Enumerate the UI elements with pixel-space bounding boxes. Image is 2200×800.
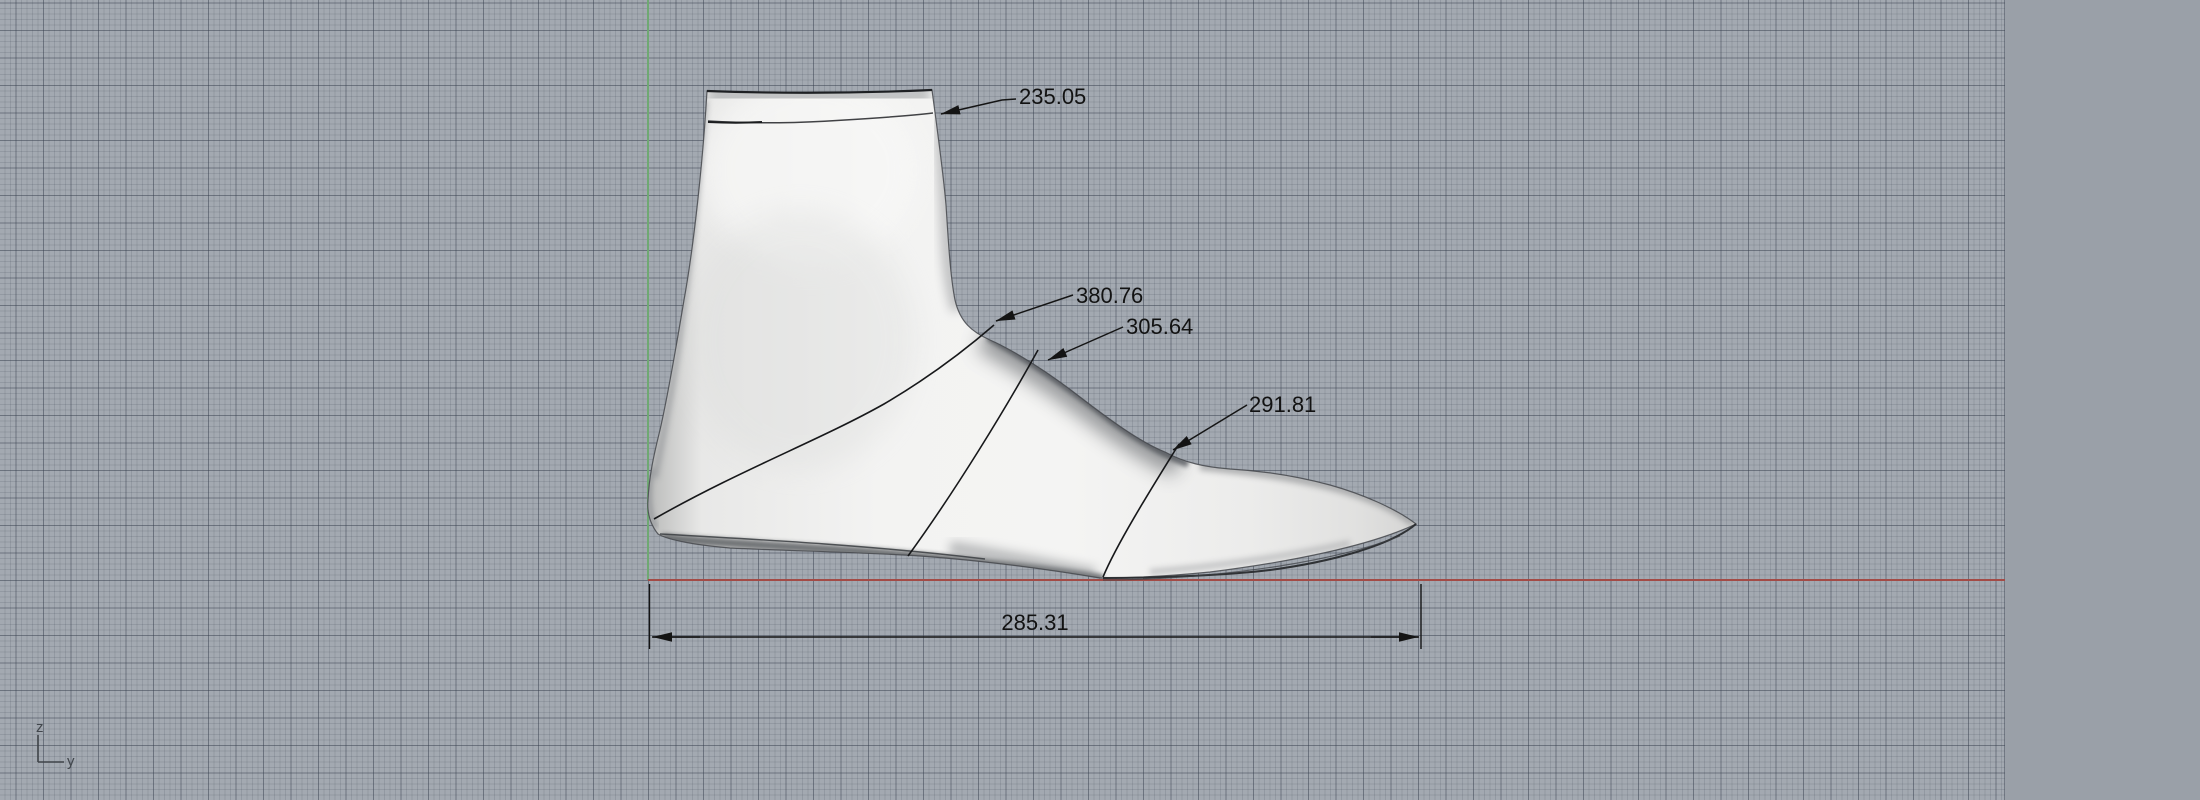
dimension-value: 285.31 bbox=[1001, 610, 1068, 635]
shoe-last-model[interactable] bbox=[647, 75, 1418, 581]
scene-overlay: 235.05 380.76 305.64 291.81 285.31 z y bbox=[36, 75, 1422, 770]
linear-dimension-sole-length[interactable]: 285.31 bbox=[648, 584, 1422, 649]
gnomon-y-label: y bbox=[67, 753, 75, 770]
leader-value: 305.64 bbox=[1126, 314, 1193, 339]
leader-value: 380.76 bbox=[1076, 283, 1143, 308]
cad-viewport[interactable]: 235.05 380.76 305.64 291.81 285.31 z y bbox=[0, 0, 2200, 800]
leader-line bbox=[995, 294, 1074, 322]
gnomon-lines bbox=[37, 735, 64, 763]
leader-value: 235.05 bbox=[1019, 84, 1086, 109]
top-rim-edge bbox=[706, 88, 933, 94]
leader-line bbox=[1047, 326, 1124, 361]
leader-line bbox=[940, 98, 1017, 115]
leader-value: 291.81 bbox=[1249, 392, 1316, 417]
gnomon-z-label: z bbox=[36, 719, 44, 736]
leader-annotation-long-heel-girth[interactable]: 380.76 bbox=[995, 283, 1143, 322]
leader-annotation-top-line[interactable]: 235.05 bbox=[940, 84, 1086, 115]
leader-line bbox=[1172, 404, 1248, 451]
axis-gnomon: z y bbox=[36, 719, 75, 770]
leader-annotation-instep-girth[interactable]: 305.64 bbox=[1047, 314, 1193, 361]
collar-line-dark-segment bbox=[707, 121, 763, 124]
leader-annotation-ball-girth[interactable]: 291.81 bbox=[1172, 392, 1316, 451]
